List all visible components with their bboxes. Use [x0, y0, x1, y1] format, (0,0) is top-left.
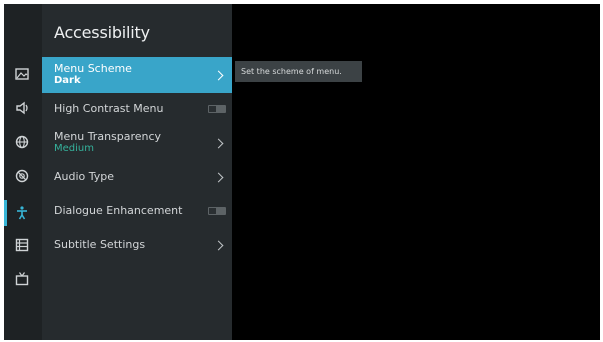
menu-item-label: High Contrast Menu [54, 102, 164, 115]
menu-item-dialogue-enhancement[interactable]: Dialogue Enhancement [42, 198, 232, 224]
menu-item-value: Dark [54, 75, 81, 86]
chevron-right-icon [213, 240, 224, 251]
menu-item-label: Menu Transparency [54, 130, 162, 143]
menu-item-label: Dialogue Enhancement [54, 204, 183, 217]
menu-item-menu-transparency[interactable]: Menu Transparency Medium [42, 126, 232, 160]
page-title: Accessibility [54, 23, 150, 42]
chevron-right-icon [213, 70, 224, 81]
accessibility-icon[interactable] [11, 204, 33, 222]
menu-item-menu-scheme[interactable]: Menu Scheme Dark [42, 57, 232, 93]
picture-icon[interactable] [11, 65, 33, 83]
toggle-switch[interactable] [208, 207, 226, 215]
support-icon[interactable] [11, 167, 33, 185]
chevron-right-icon [213, 138, 224, 149]
menu-item-subtitle-settings[interactable]: Subtitle Settings [42, 232, 232, 258]
sound-icon[interactable] [11, 99, 33, 117]
tv-icon[interactable] [11, 270, 33, 288]
menu-item-label: Subtitle Settings [54, 238, 146, 251]
help-tooltip: Set the scheme of menu. [235, 61, 362, 82]
menu-item-high-contrast-menu[interactable]: High Contrast Menu [42, 96, 232, 122]
menu-item-label: Audio Type [54, 170, 115, 183]
toggle-switch[interactable] [208, 105, 226, 113]
chevron-right-icon [213, 172, 224, 183]
menu-item-label: Menu Scheme [54, 62, 132, 75]
network-icon[interactable] [11, 133, 33, 151]
menu-item-value: Medium [54, 143, 94, 154]
tv-screen: Accessibility Menu Scheme Dark High Cont… [4, 4, 600, 340]
rail-active-indicator [4, 200, 7, 226]
menu-item-audio-type[interactable]: Audio Type [42, 164, 232, 190]
list-icon[interactable] [11, 236, 33, 254]
